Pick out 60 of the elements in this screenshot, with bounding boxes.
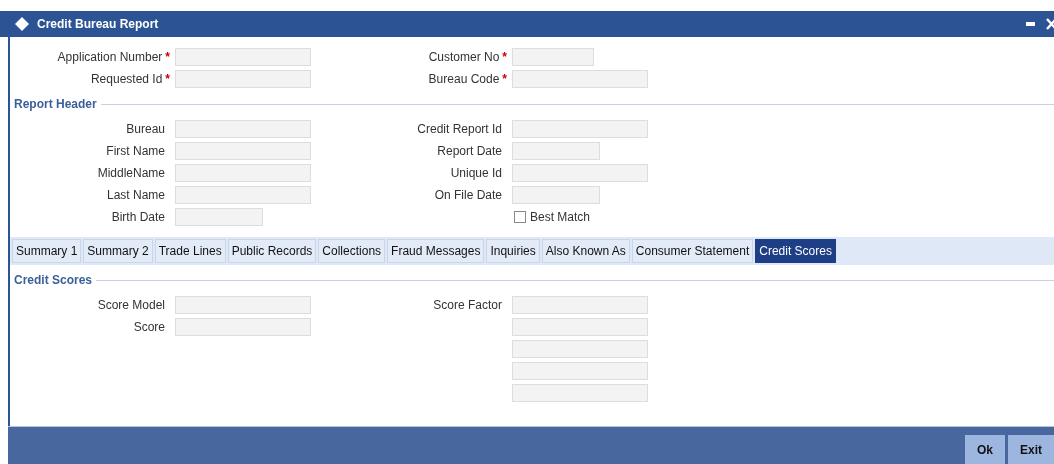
input-field[interactable]: [175, 208, 263, 226]
field-label: MiddleName: [97, 166, 165, 180]
field-label: Score: [133, 320, 165, 334]
required-mark: *: [502, 72, 507, 86]
field-label: Score Model: [97, 298, 165, 312]
checkbox[interactable]: [514, 211, 526, 223]
input-field[interactable]: [175, 142, 311, 160]
field-label: Credit Report Id: [417, 122, 502, 136]
diamond-icon: [15, 17, 29, 31]
minimize-icon[interactable]: [1026, 22, 1035, 26]
field-label: First Name: [106, 144, 165, 158]
field-label: Score Factor: [433, 298, 502, 312]
required-mark: *: [165, 72, 170, 86]
field-label: Last Name: [106, 188, 165, 202]
input-field[interactable]: [512, 120, 648, 138]
tab[interactable]: Consumer Statement: [631, 239, 754, 263]
input-field[interactable]: [512, 186, 600, 204]
footer-button[interactable]: Ok: [964, 435, 1005, 464]
field-label: On File Date: [434, 188, 502, 202]
tab[interactable]: Credit Scores: [755, 239, 836, 263]
tab[interactable]: Also Known As: [541, 239, 630, 263]
input-field[interactable]: [512, 142, 600, 160]
field-label: Application Number: [57, 50, 163, 64]
input-field[interactable]: [512, 296, 648, 314]
tab[interactable]: Fraud Messages: [387, 239, 485, 263]
input-field[interactable]: [512, 48, 594, 66]
section-title: Credit Scores: [14, 273, 93, 287]
input-field[interactable]: [512, 318, 648, 336]
input-field[interactable]: [512, 384, 648, 402]
window-title: Credit Bureau Report: [37, 17, 159, 31]
input-field[interactable]: [512, 164, 648, 182]
input-field[interactable]: [175, 296, 311, 314]
tab[interactable]: Collections: [318, 239, 386, 263]
section-title: Report Header: [14, 97, 97, 111]
tab[interactable]: Inquiries: [486, 239, 540, 263]
field-label: Customer No: [428, 50, 500, 64]
footer-button[interactable]: Exit: [1008, 435, 1054, 464]
field-label: Birth Date: [111, 210, 165, 224]
input-field[interactable]: [175, 120, 311, 138]
field-label: Unique Id: [450, 166, 502, 180]
tab[interactable]: Summary 2: [83, 239, 153, 263]
input-field[interactable]: [175, 48, 311, 66]
input-field[interactable]: [175, 318, 311, 336]
close-icon[interactable]: [1046, 18, 1054, 30]
input-field[interactable]: [175, 70, 311, 88]
tab[interactable]: Summary 1: [12, 239, 82, 263]
input-field[interactable]: [175, 186, 311, 204]
field-label: Bureau Code: [428, 72, 500, 86]
field-label: Bureau: [126, 122, 165, 136]
checkbox-label: Best Match: [530, 210, 591, 224]
field-label: Report Date: [437, 144, 502, 158]
input-field[interactable]: [512, 362, 648, 380]
input-field[interactable]: [512, 70, 648, 88]
input-field[interactable]: [175, 164, 311, 182]
input-field[interactable]: [512, 340, 648, 358]
tab[interactable]: Public Records: [227, 239, 317, 263]
tab[interactable]: Trade Lines: [154, 239, 226, 263]
required-mark: *: [502, 50, 507, 64]
field-label: Requested Id: [90, 72, 163, 86]
required-mark: *: [165, 50, 170, 64]
